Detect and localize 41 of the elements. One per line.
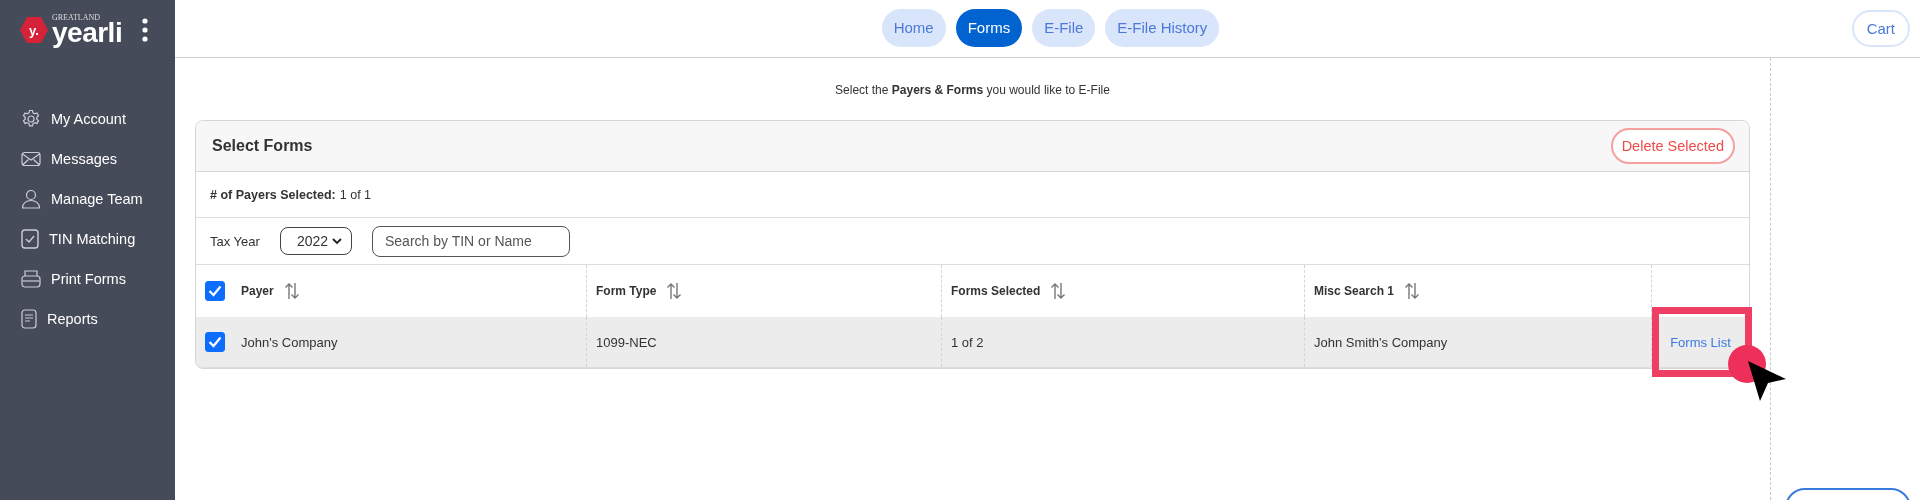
sort-icon[interactable] <box>1404 282 1421 300</box>
table-cell: John's Company <box>241 334 338 350</box>
nav-tab[interactable]: Forms <box>955 8 1023 47</box>
sidebar-item[interactable]: TIN Matching <box>0 219 175 259</box>
column-header[interactable]: Misc Search 1 <box>1314 284 1395 298</box>
search-field[interactable]: Search by TIN or Name <box>372 225 570 257</box>
sort-icon[interactable] <box>1050 282 1067 300</box>
payers-selected-count: 1 of 1 <box>339 187 372 202</box>
sidebar-item[interactable]: Manage Team <box>0 179 175 219</box>
table-cell: 1 of 2 <box>951 334 984 350</box>
tax-year-dropdown[interactable]: 2022 <box>280 227 352 255</box>
column-header[interactable]: Form Type <box>596 284 657 298</box>
sort-icon[interactable] <box>666 282 683 300</box>
caret-icon <box>332 237 342 245</box>
table-cell: John Smith's Company <box>1314 334 1448 350</box>
sort-icon[interactable] <box>283 282 300 300</box>
sidebar-item[interactable]: My Account <box>0 99 175 139</box>
sidebar-item[interactable]: Reports <box>0 299 175 339</box>
sidebar-item[interactable]: Messages <box>0 139 175 179</box>
column-header[interactable]: Forms Selected <box>951 284 1041 298</box>
instruction-text: Select the Payers & Forms you would like to E-File <box>834 83 1111 97</box>
gear-icon <box>21 109 41 129</box>
select-all-checkbox[interactable] <box>205 281 225 301</box>
cart-button[interactable]: Cart <box>1851 10 1910 47</box>
logo-initial: y. <box>20 17 48 43</box>
payers-selected-label: # of Payers Selected: <box>210 187 336 202</box>
row-checkbox[interactable] <box>205 332 225 352</box>
checkbox-icon <box>21 229 39 249</box>
sidebar-item[interactable]: Print Forms <box>0 259 175 299</box>
document-icon <box>21 309 37 329</box>
printer-icon <box>21 269 41 289</box>
table-cell: 1099-NEC <box>596 334 657 350</box>
tax-year-label: Tax Year <box>210 233 261 249</box>
delete-selected-button[interactable]: Delete Selected <box>1610 128 1735 164</box>
more-menu-icon[interactable] <box>142 18 149 42</box>
column-header[interactable]: Payer <box>241 284 274 298</box>
person-icon <box>21 189 41 209</box>
envelope-icon <box>21 151 41 167</box>
cursor-icon <box>1746 359 1788 403</box>
forms-list-link[interactable]: Forms List <box>1670 334 1731 350</box>
card-title: Select Forms <box>212 137 313 155</box>
